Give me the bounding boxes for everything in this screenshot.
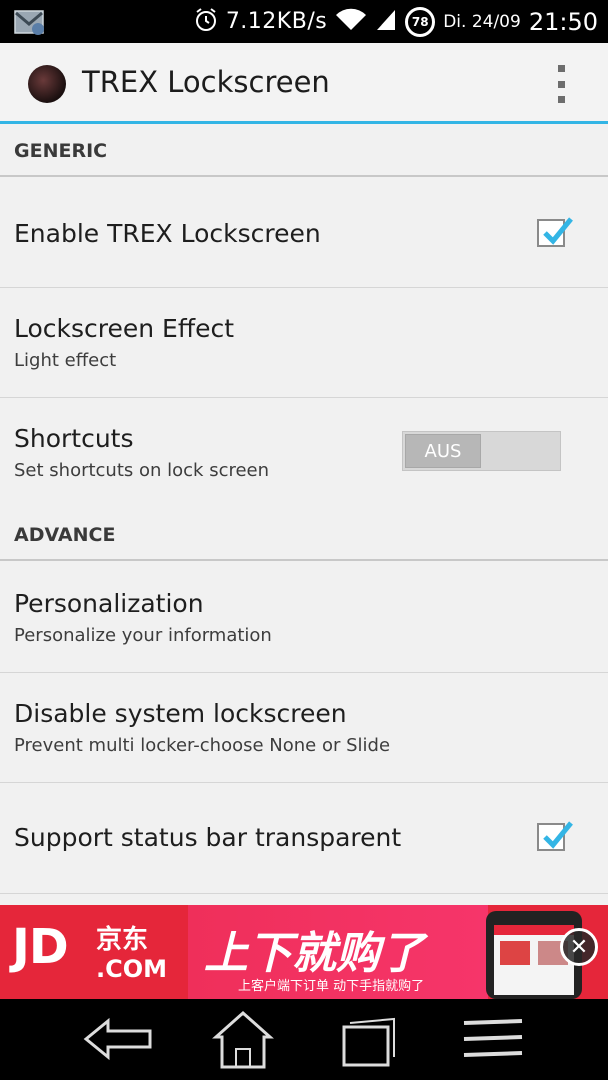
gmail-icon (14, 8, 46, 36)
pref-lockscreen-effect[interactable]: Lockscreen Effect Light effect (0, 288, 608, 397)
ad-brand-logo: JD 京东 .COM (0, 905, 188, 999)
ad-brand: JD (12, 919, 69, 975)
section-label-advance: ADVANCE (14, 524, 116, 546)
battery-indicator: 78 (405, 6, 436, 37)
trex-app-icon[interactable] (28, 65, 66, 103)
pref-title: Lockscreen Effect (14, 314, 235, 343)
section-header-generic: GENERIC (0, 124, 608, 177)
pref-summary: Prevent multi locker-choose None or Slid… (14, 735, 391, 756)
home-icon[interactable] (198, 1009, 288, 1069)
status-bar: 7.12KB/s 78 Di. 24/09 21:50 (0, 0, 608, 43)
section-header-advance: ADVANCE (0, 508, 608, 561)
pref-title: Enable TREX Lockscreen (14, 219, 321, 248)
enable-checkbox[interactable] (537, 217, 573, 247)
ad-slogan: 上下就购了 (204, 928, 424, 979)
pref-personalization[interactable]: Personalization Personalize your informa… (0, 561, 608, 672)
ad-brand-cn: 京东 (96, 925, 149, 955)
shortcuts-toggle[interactable]: AUS (402, 431, 561, 471)
pref-statusbar-transparent[interactable]: Support status bar transparent (0, 783, 608, 893)
section-label-generic: GENERIC (14, 140, 108, 162)
pref-title: Personalization (14, 589, 204, 618)
pref-summary: Light effect (14, 350, 117, 371)
action-bar: TREX Lockscreen (0, 43, 608, 121)
pref-summary: Personalize your information (14, 625, 272, 646)
pref-shortcuts[interactable]: Shortcuts Set shortcuts on lock screen A… (0, 398, 608, 508)
pref-summary: Set shortcuts on lock screen (14, 460, 270, 481)
ad-close-button[interactable]: ✕ (560, 928, 598, 966)
signal-icon (375, 8, 397, 36)
pref-title: Disable system lockscreen (14, 699, 347, 728)
recent-apps-icon[interactable] (322, 1009, 412, 1069)
preferences-list[interactable]: GENERIC Enable TREX Lockscreen Lockscree… (0, 124, 608, 905)
network-speed: 7.12KB/s (225, 9, 328, 34)
status-date: Di. 24/09 (443, 11, 521, 32)
status-time: 21:50 (528, 7, 598, 36)
overflow-menu-icon[interactable] (552, 65, 570, 103)
ad-banner[interactable]: JD 京东 .COM 上下就购了 上客户端下订单 动下手指就购了 (0, 905, 608, 999)
pref-enable-trex[interactable]: Enable TREX Lockscreen (0, 177, 608, 287)
alarm-icon (194, 7, 218, 36)
back-icon[interactable] (76, 1009, 166, 1069)
ad-subtext: 上客户端下订单 动下手指就购了 (238, 979, 425, 994)
toggle-label: AUS (405, 434, 481, 468)
navigation-bar (0, 999, 608, 1080)
pref-title: Support status bar transparent (14, 823, 402, 852)
ad-slogan-area: 上下就购了 上客户端下订单 动下手指就购了 (188, 905, 488, 999)
app-title: TREX Lockscreen (82, 65, 330, 99)
wifi-icon (335, 8, 367, 36)
menu-icon[interactable] (448, 1009, 538, 1069)
pref-disable-system-lockscreen[interactable]: Disable system lockscreen Prevent multi … (0, 673, 608, 782)
statusbar-transparent-checkbox[interactable] (537, 821, 573, 851)
ad-brand-com: .COM (96, 955, 168, 983)
pref-title: Shortcuts (14, 424, 134, 453)
